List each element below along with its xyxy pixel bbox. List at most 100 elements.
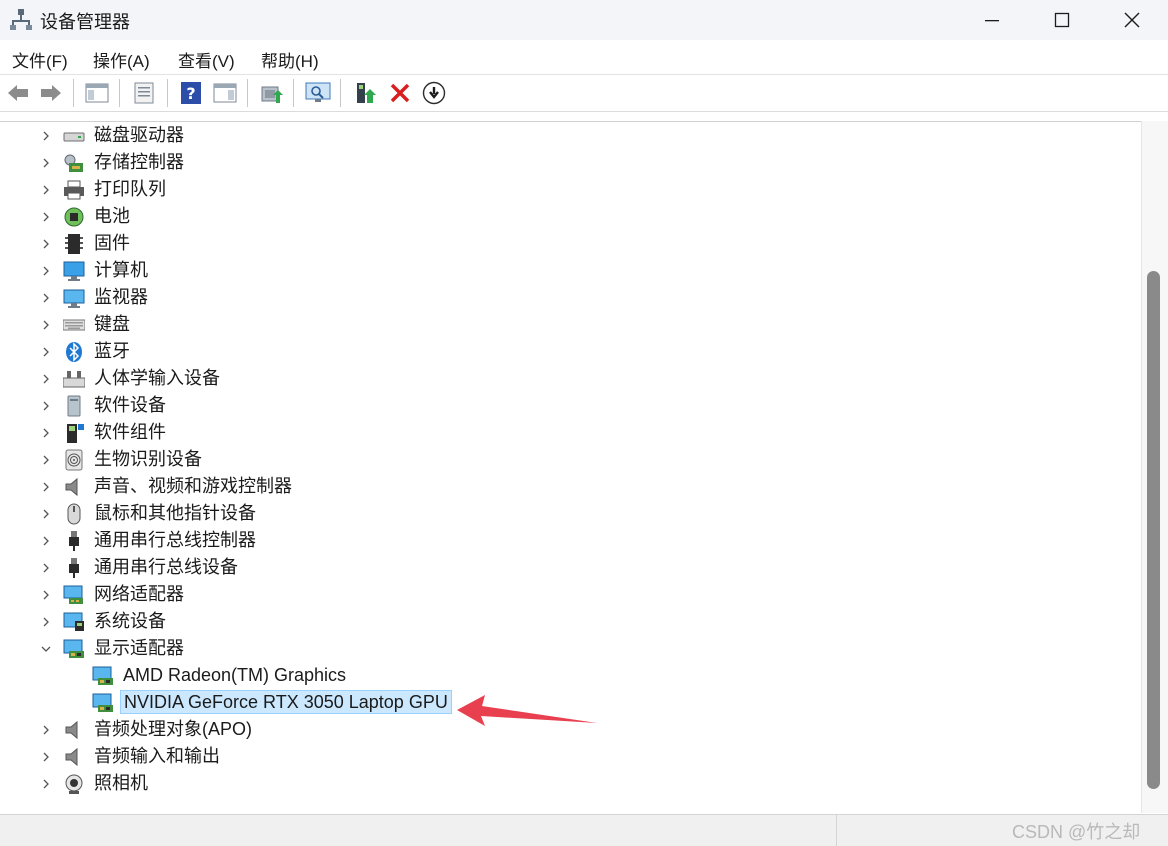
tree-item-label: 通用串行总线设备 xyxy=(94,557,238,577)
enable-device-icon xyxy=(357,83,376,103)
chevron-right-icon[interactable] xyxy=(40,318,52,330)
chevron-right-icon[interactable] xyxy=(40,399,52,411)
tree-item-label: 人体学输入设备 xyxy=(94,368,220,388)
chevron-right-icon[interactable] xyxy=(40,426,52,438)
forward-button[interactable] xyxy=(38,80,64,106)
chevron-right-icon[interactable] xyxy=(40,723,52,735)
uninstall-device-icon xyxy=(390,83,410,103)
system-device-icon xyxy=(63,611,85,633)
chevron-right-icon[interactable] xyxy=(40,588,52,600)
tree-item-label: 通用串行总线控制器 xyxy=(94,530,256,550)
mouse-icon xyxy=(63,503,85,525)
chevron-right-icon[interactable] xyxy=(40,210,52,222)
maximize-button[interactable] xyxy=(1027,0,1097,40)
keyboard-icon xyxy=(62,314,86,336)
tree-category[interactable]: 鼠标和其他指针设备 xyxy=(0,500,1141,527)
tree-category[interactable]: 键盘 xyxy=(0,311,1141,338)
tree-item-label: 软件设备 xyxy=(94,395,166,415)
uninstall-device-button[interactable] xyxy=(387,80,413,106)
back-button[interactable] xyxy=(5,80,31,106)
chevron-right-icon[interactable] xyxy=(40,183,52,195)
action-pane-button[interactable] xyxy=(212,80,238,106)
tree-device[interactable]: AMD Radeon(TM) Graphics xyxy=(0,662,1141,689)
chevron-right-icon[interactable] xyxy=(40,534,52,546)
maximize-icon xyxy=(1054,12,1070,28)
update-driver-button[interactable] xyxy=(258,80,284,106)
tree-item-label: 监视器 xyxy=(94,287,148,307)
menu-help[interactable]: 帮助(H) xyxy=(261,47,319,72)
vertical-scrollbar[interactable] xyxy=(1141,121,1168,813)
computer-icon xyxy=(63,260,85,282)
tree-item-label: 软件组件 xyxy=(94,422,166,442)
properties-icon xyxy=(134,82,154,104)
scan-hardware-icon xyxy=(305,82,331,102)
tree-category[interactable]: 显示适配器 xyxy=(0,635,1141,662)
tree-category[interactable]: 存储控制器 xyxy=(0,149,1141,176)
update-driver-icon xyxy=(261,86,283,103)
scrollbar-thumb[interactable] xyxy=(1147,271,1160,789)
scan-hardware-button[interactable] xyxy=(305,80,331,106)
tree-item-label: 系统设备 xyxy=(94,611,166,631)
chevron-right-icon[interactable] xyxy=(40,615,52,627)
show-hide-console-tree-icon xyxy=(85,83,109,103)
tree-category[interactable]: 人体学输入设备 xyxy=(0,365,1141,392)
properties-button[interactable] xyxy=(131,80,157,106)
chevron-right-icon[interactable] xyxy=(40,480,52,492)
chevron-right-icon[interactable] xyxy=(40,507,52,519)
help-icon: ? xyxy=(181,82,201,104)
menu-bar: 文件(F) 操作(A) 查看(V) 帮助(H) xyxy=(0,40,1168,75)
tree-category[interactable]: 网络适配器 xyxy=(0,581,1141,608)
title-bar: 设备管理器 xyxy=(0,0,1168,40)
console-tree-button[interactable] xyxy=(84,80,110,106)
minimize-button[interactable] xyxy=(957,0,1027,40)
chevron-right-icon[interactable] xyxy=(40,291,52,303)
close-button[interactable] xyxy=(1097,0,1167,40)
toolbar-separator xyxy=(340,79,341,107)
menu-file[interactable]: 文件(F) xyxy=(12,47,68,72)
disable-device-button[interactable] xyxy=(421,80,447,106)
tree-category[interactable]: 软件设备 xyxy=(0,392,1141,419)
chevron-right-icon[interactable] xyxy=(40,345,52,357)
window-title: 设备管理器 xyxy=(40,12,130,32)
tree-item-label: 打印队列 xyxy=(94,179,166,199)
tree-category[interactable]: 蓝牙 xyxy=(0,338,1141,365)
chevron-right-icon[interactable] xyxy=(40,777,52,789)
enable-device-button[interactable] xyxy=(352,80,378,106)
tree-category[interactable]: 固件 xyxy=(0,230,1141,257)
chevron-right-icon[interactable] xyxy=(40,129,52,141)
tree-item-label: 计算机 xyxy=(94,260,148,280)
toolbar-separator xyxy=(247,79,248,107)
tree-category[interactable]: 打印队列 xyxy=(0,176,1141,203)
tree-category[interactable]: 音频输入和输出 xyxy=(0,743,1141,770)
tree-category[interactable]: 系统设备 xyxy=(0,608,1141,635)
tree-category[interactable]: 监视器 xyxy=(0,284,1141,311)
menu-view[interactable]: 查看(V) xyxy=(178,47,235,72)
monitor-icon xyxy=(63,287,85,309)
tree-item-label: 生物识别设备 xyxy=(94,449,202,469)
speaker-icon xyxy=(63,746,85,768)
tree-category[interactable]: 声音、视频和游戏控制器 xyxy=(0,473,1141,500)
help-button[interactable]: ? xyxy=(178,80,204,106)
disk-drive-icon xyxy=(63,125,85,147)
tree-category[interactable]: 照相机 xyxy=(0,770,1141,797)
tree-category[interactable]: 生物识别设备 xyxy=(0,446,1141,473)
chevron-right-icon[interactable] xyxy=(40,264,52,276)
chevron-right-icon[interactable] xyxy=(40,750,52,762)
chevron-right-icon[interactable] xyxy=(40,372,52,384)
tree-item-label: 蓝牙 xyxy=(94,341,130,361)
chevron-right-icon[interactable] xyxy=(40,453,52,465)
menu-action[interactable]: 操作(A) xyxy=(93,47,150,72)
tree-category[interactable]: 通用串行总线设备 xyxy=(0,554,1141,581)
network-adapter-icon xyxy=(63,584,85,606)
toolbar-separator xyxy=(293,79,294,107)
tree-category[interactable]: 磁盘驱动器 xyxy=(0,122,1141,149)
printer-icon xyxy=(63,179,85,201)
chevron-right-icon[interactable] xyxy=(40,156,52,168)
tree-category[interactable]: 计算机 xyxy=(0,257,1141,284)
chevron-right-icon[interactable] xyxy=(40,561,52,573)
chevron-down-icon[interactable] xyxy=(40,642,52,654)
chevron-right-icon[interactable] xyxy=(40,237,52,249)
tree-category[interactable]: 通用串行总线控制器 xyxy=(0,527,1141,554)
tree-category[interactable]: 软件组件 xyxy=(0,419,1141,446)
tree-category[interactable]: 电池 xyxy=(0,203,1141,230)
